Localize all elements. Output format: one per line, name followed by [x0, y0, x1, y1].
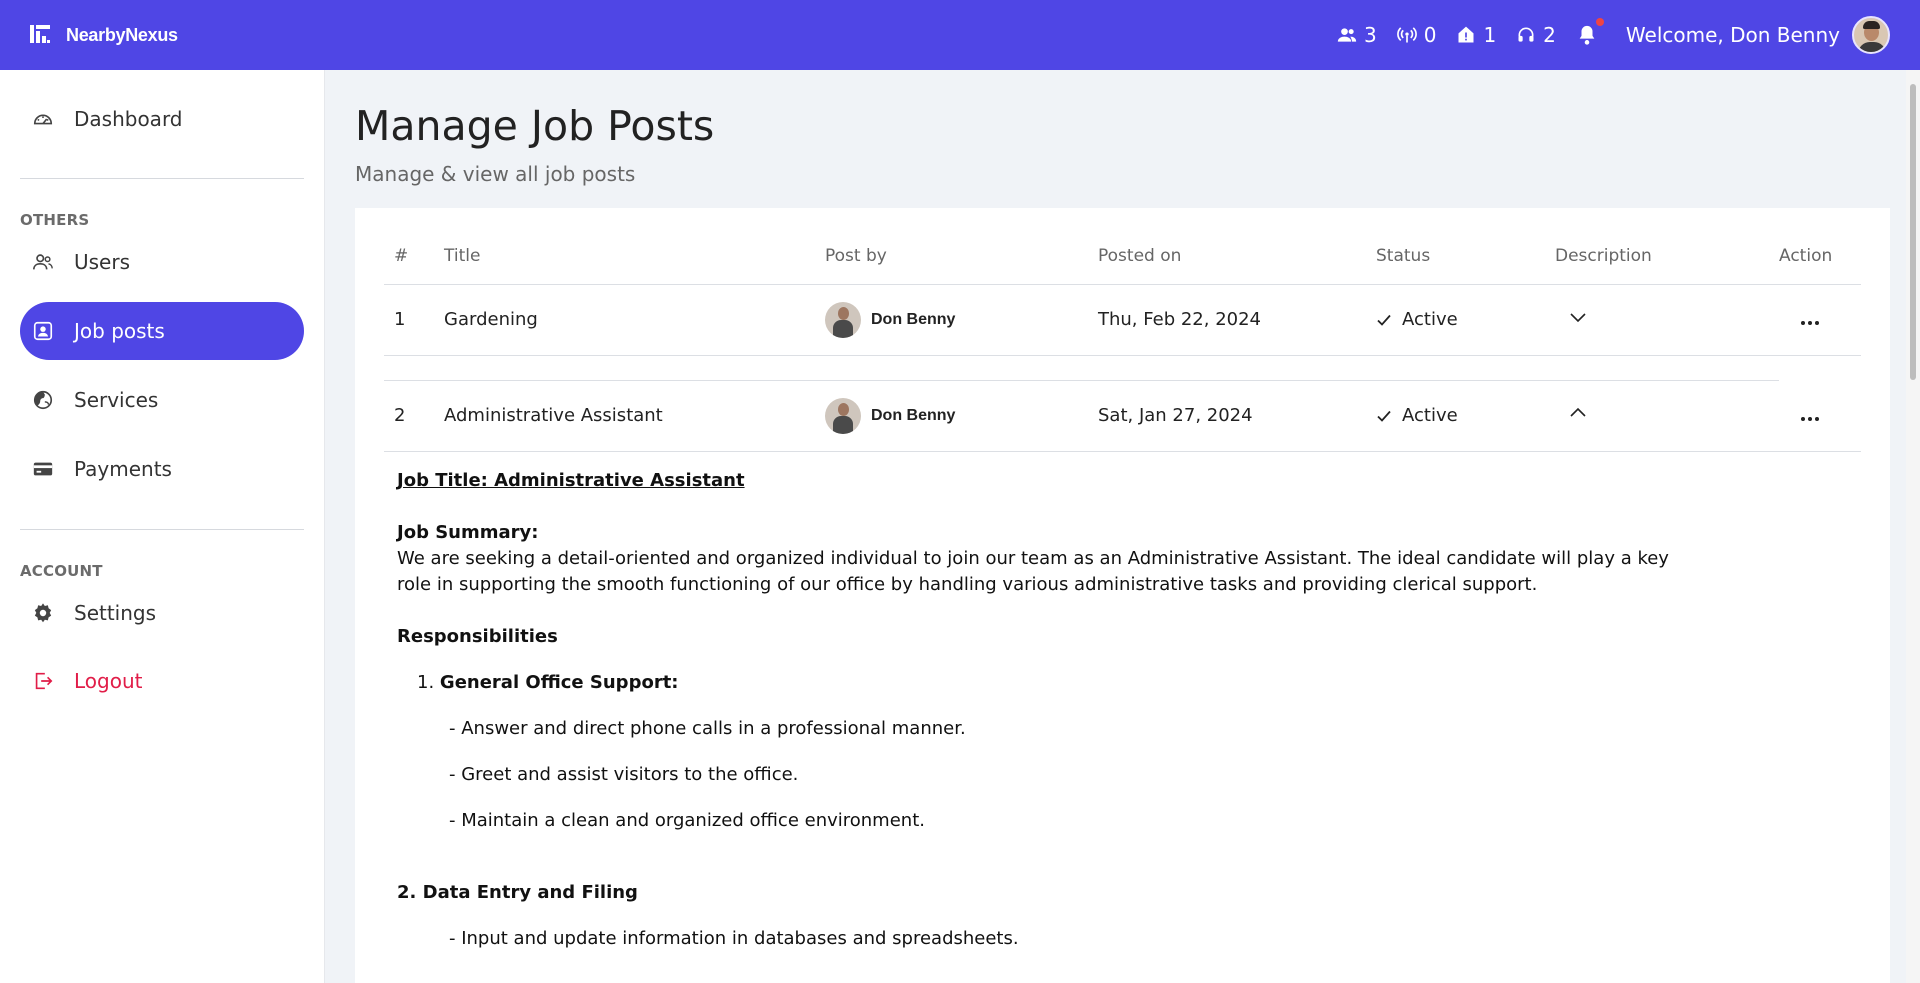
poster-name: Don Benny	[871, 310, 956, 328]
responsibilities-heading: Responsibilities	[397, 626, 558, 647]
stat-support-count: 2	[1543, 23, 1556, 47]
description-job-title: Job Title: Administrative Assistant	[397, 470, 745, 491]
stat-house-count: 1	[1483, 23, 1497, 47]
row-title: Gardening	[442, 284, 823, 356]
gear-icon	[34, 603, 52, 623]
users-icon	[33, 254, 53, 270]
col-header-post-by: Post by	[823, 208, 1094, 285]
stat-broadcast-count: 0	[1423, 23, 1437, 47]
status-badge: Active	[1376, 309, 1555, 330]
sidebar-item-users[interactable]: Users	[20, 233, 304, 291]
notification-dot	[1595, 18, 1604, 26]
table-row[interactable]: 2 Administrative Assistant Don Benny Sat…	[384, 380, 1861, 452]
check-icon	[1377, 314, 1391, 326]
sidebar-item-label: Dashboard	[74, 107, 183, 131]
sidebar-item-label: Job posts	[74, 319, 165, 343]
bullet-item: - Answer and direct phone calls in a pro…	[449, 718, 966, 739]
item-heading: General Office Support:	[439, 672, 679, 693]
sidebar-item-settings[interactable]: Settings	[20, 584, 304, 642]
col-header-description: Description	[1555, 208, 1779, 285]
more-actions-icon[interactable]	[1801, 416, 1819, 421]
sidebar-item-payments[interactable]: Payments	[20, 440, 304, 498]
page-subtitle: Manage & view all job posts	[355, 162, 636, 186]
row-number: 1	[384, 284, 442, 356]
chevron-down-icon[interactable]	[1569, 308, 1587, 326]
status-text: Active	[1402, 309, 1458, 330]
table-header-row: # Title Post by Posted on Status Descrip…	[384, 208, 1861, 285]
status-badge: Active	[1376, 405, 1555, 426]
row-posted-on: Thu, Feb 22, 2024	[1094, 284, 1372, 356]
sidebar-item-services[interactable]: Services	[20, 371, 304, 429]
section-label-account: ACCOUNT	[20, 562, 103, 580]
poster[interactable]: Don Benny	[825, 397, 1094, 434]
stat-broadcast[interactable]: 0	[1396, 23, 1437, 47]
item-heading: 2. Data Entry and Filing	[397, 882, 638, 903]
col-header-posted-on: Posted on	[1094, 208, 1372, 285]
row-posted-on: Sat, Jan 27, 2024	[1094, 380, 1372, 452]
page-scrollbar[interactable]	[1906, 70, 1920, 983]
scrollbar-thumb[interactable]	[1910, 84, 1916, 380]
brand[interactable]: NearbyNexus	[30, 25, 178, 46]
avatar	[825, 301, 861, 338]
stat-users[interactable]: 3	[1337, 23, 1377, 47]
row-spacer	[384, 355, 1861, 381]
top-navbar: NearbyNexus 3 0 1 2 Welcome, Don Benny	[0, 0, 1920, 70]
bullet-item: - Input and update information in databa…	[449, 928, 1019, 949]
stat-users-count: 3	[1363, 23, 1377, 47]
globe-hand-icon	[33, 390, 53, 410]
check-icon	[1377, 410, 1391, 422]
sidebar-item-label: Users	[74, 250, 131, 274]
bell-icon	[1579, 25, 1595, 45]
bullet-item: - Maintain a clean and organized office …	[449, 810, 925, 831]
col-header-status: Status	[1372, 208, 1555, 285]
table-row[interactable]: 1 Gardening Don Benny Thu, Feb 22, 2024 …	[384, 284, 1861, 356]
credit-card-icon	[33, 462, 53, 476]
users-icon	[1337, 28, 1357, 42]
col-header-title: Title	[442, 208, 823, 285]
welcome-text: Welcome, Don Benny	[1625, 23, 1840, 47]
job-posts-table: # Title Post by Posted on Status Descrip…	[384, 208, 1861, 452]
bullet-item: - Greet and assist visitors to the offic…	[449, 764, 799, 785]
avatar	[825, 397, 861, 434]
logout-icon	[35, 672, 53, 690]
house-alert-icon	[1458, 26, 1474, 43]
id-card-icon	[33, 321, 53, 341]
page-title: Manage Job Posts	[355, 102, 715, 150]
col-header-num: #	[384, 208, 442, 285]
stat-house[interactable]: 1	[1456, 23, 1496, 47]
sidebar-item-label: Logout	[74, 669, 143, 693]
sidebar: Dashboard OTHERS Users Job posts Service…	[0, 70, 325, 983]
sidebar-item-label: Payments	[74, 457, 172, 481]
job-posts-card: # Title Post by Posted on Status Descrip…	[355, 208, 1890, 983]
sidebar-item-job-posts[interactable]: Job posts	[20, 302, 304, 360]
status-text: Active	[1402, 405, 1458, 426]
broadcast-icon	[1396, 27, 1417, 43]
more-actions-icon[interactable]	[1801, 321, 1819, 325]
sidebar-item-logout[interactable]: Logout	[20, 652, 304, 710]
row-title: Administrative Assistant	[442, 380, 823, 452]
summary-text: We are seeking a detail-oriented and org…	[397, 548, 1669, 595]
item-number: 1.	[417, 672, 435, 693]
sidebar-item-label: Services	[74, 388, 159, 412]
poster-name: Don Benny	[871, 406, 956, 424]
notification-bell[interactable]	[1576, 18, 1604, 46]
row-number: 2	[384, 380, 442, 452]
section-label-others: OTHERS	[20, 211, 90, 229]
chevron-up-icon[interactable]	[1569, 404, 1587, 422]
headset-icon	[1518, 27, 1534, 42]
sidebar-item-label: Settings	[74, 601, 157, 625]
brand-name: NearbyNexus	[66, 24, 178, 45]
brand-logo-icon	[30, 25, 52, 45]
responsibility-item-1: 1. General Office Support:	[397, 670, 1697, 696]
job-description: Job Title: Administrative Assistant Job …	[397, 468, 1697, 952]
col-header-action: Action	[1779, 208, 1861, 285]
summary-heading: Job Summary:	[397, 522, 539, 543]
gauge-icon	[33, 114, 53, 125]
sidebar-item-dashboard[interactable]: Dashboard	[20, 90, 304, 148]
poster[interactable]: Don Benny	[825, 301, 1094, 338]
user-avatar[interactable]	[1852, 16, 1890, 54]
stat-support[interactable]: 2	[1516, 23, 1556, 47]
